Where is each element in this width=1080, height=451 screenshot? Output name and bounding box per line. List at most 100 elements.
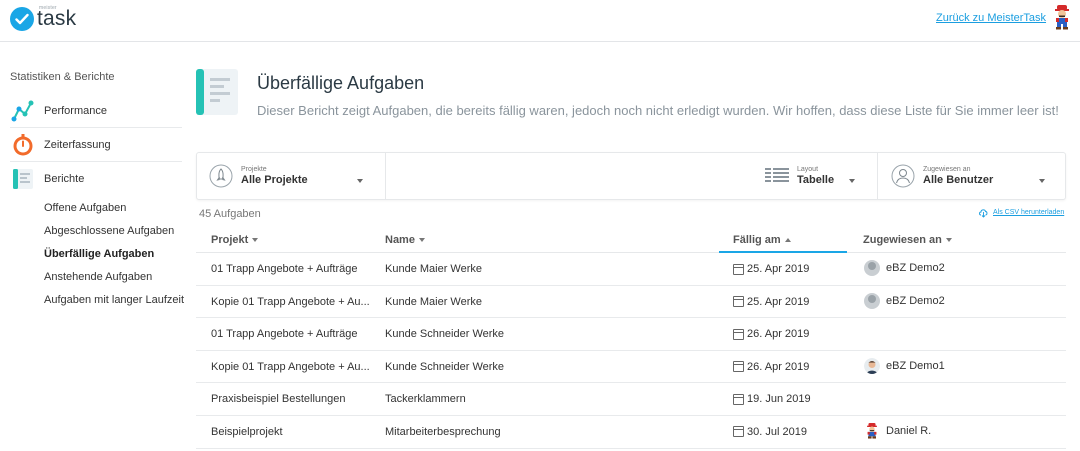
checkmark-logo-icon <box>10 7 34 31</box>
column-header-projekt[interactable]: Projekt <box>211 234 259 246</box>
top-bar: meister task Zurück zu MeisterTask <box>0 0 1080 42</box>
task-count: 45 Aufgaben <box>199 208 261 220</box>
table-row[interactable]: Beispielprojekt Mitarbeiterbesprechung 3… <box>196 416 1066 449</box>
sidebar-item-label: Performance <box>44 104 107 117</box>
table-row[interactable]: 01 Trapp Angebote + Aufträge Kunde Maier… <box>196 253 1066 286</box>
project-filter-dropdown[interactable]: Projekte Alle Projekte <box>209 153 384 199</box>
avatar <box>864 260 880 276</box>
project-chevron-down-icon <box>357 179 363 183</box>
sidebar-item-performance[interactable]: Performance <box>10 94 182 128</box>
sort-down-icon <box>418 238 425 243</box>
table-row[interactable]: Kopie 01 Trapp Angebote + Au... Kunde Sc… <box>196 351 1066 384</box>
cell-name: Kunde Schneider Werke <box>385 328 505 341</box>
user-circle-icon <box>891 164 915 188</box>
assignee-name: Daniel R. <box>886 424 932 437</box>
user-avatar[interactable] <box>1052 4 1072 30</box>
cell-project: 01 Trapp Angebote + Aufträge <box>211 263 358 275</box>
calendar-icon <box>733 328 744 340</box>
subnav-aufgaben-lange-laufzeit[interactable]: Aufgaben mit langer Laufzeit <box>44 294 184 306</box>
assignee-filter-dropdown[interactable]: Zugewiesen an Alle Benutzer <box>891 153 1051 199</box>
column-header-faellig-am[interactable]: Fällig am <box>733 234 791 246</box>
cell-project: Kopie 01 Trapp Angebote + Au... <box>211 360 370 373</box>
cell-assignee: eBZ Demo2 <box>864 292 945 309</box>
sidebar-item-label: Zeiterfassung <box>44 138 111 151</box>
sort-down-icon <box>945 238 952 243</box>
column-header-label: Fällig am <box>733 234 781 246</box>
cell-due-date: 19. Jun 2019 <box>733 393 811 405</box>
calendar-icon <box>733 426 744 438</box>
table-row[interactable]: 01 Trapp Angebote + Aufträge Kunde Schne… <box>196 318 1066 351</box>
reports-icon <box>10 166 36 192</box>
cell-assignee: eBZ Demo2 <box>864 260 945 276</box>
cell-due-date: 26. Apr 2019 <box>733 328 809 340</box>
assignee-name: eBZ Demo1 <box>886 359 945 372</box>
sort-down-icon <box>252 238 259 243</box>
assignee-filter-value: Alle Benutzer <box>923 174 994 186</box>
back-to-meistertask-link[interactable]: Zurück zu MeisterTask <box>936 12 1046 24</box>
column-header-label: Projekt <box>211 234 249 246</box>
column-header-name[interactable]: Name <box>385 234 425 246</box>
cell-name: Kunde Maier Werke <box>385 295 483 308</box>
cell-due-date: 25. Apr 2019 <box>733 263 809 275</box>
cell-due-date: 30. Jul 2019 <box>733 426 807 438</box>
table-row[interactable]: Kopie 01 Trapp Angebote + Au... Kunde Ma… <box>196 286 1066 319</box>
avatar <box>867 422 877 439</box>
assignee-name: eBZ Demo2 <box>886 262 945 274</box>
due-date-text: 26. Apr 2019 <box>747 360 810 373</box>
calendar-icon <box>733 393 744 405</box>
cell-due-date: 25. Apr 2019 <box>733 296 809 308</box>
column-header-label: Name <box>385 234 415 246</box>
tasks-table: Projekt Name Fällig am Zugewiesen an 01 … <box>196 226 1066 449</box>
download-cloud-icon <box>979 209 988 218</box>
cell-name: Tackerklammern <box>385 393 466 406</box>
subnav-abgeschlossene-aufgaben[interactable]: Abgeschlossene Aufgaben <box>44 225 174 237</box>
due-date-text: 25. Apr 2019 <box>747 263 810 275</box>
sidebar-item-zeiterfassung[interactable]: Zeiterfassung <box>10 128 182 162</box>
cell-name: Kunde Schneider Werke <box>385 360 505 373</box>
due-date-text: 26. Apr 2019 <box>747 328 810 341</box>
logo-small-text: meister <box>39 5 57 11</box>
cell-name: Kunde Maier Werke <box>385 263 483 275</box>
assignee-filter-label: Zugewiesen an <box>923 166 971 173</box>
cell-due-date: 26. Apr 2019 <box>733 361 809 373</box>
column-header-zugewiesen-an[interactable]: Zugewiesen an <box>863 234 952 246</box>
meistertask-logo[interactable]: meister task <box>10 5 76 33</box>
project-filter-value: Alle Projekte <box>241 174 308 186</box>
due-date-text: 25. Apr 2019 <box>747 295 810 308</box>
project-filter-label: Projekte <box>241 166 267 173</box>
sort-up-icon <box>784 238 791 243</box>
subnav-offene-aufgaben[interactable]: Offene Aufgaben <box>44 202 126 214</box>
cell-project: 01 Trapp Angebote + Aufträge <box>211 328 358 341</box>
sidebar-item-berichte[interactable]: Berichte <box>10 162 182 196</box>
csv-download-link[interactable]: Als CSV herunterladen <box>978 207 1064 218</box>
layout-filter-value: Tabelle <box>797 174 835 186</box>
subnav-anstehende-aufgaben[interactable]: Anstehende Aufgaben <box>44 271 152 283</box>
cell-project: Kopie 01 Trapp Angebote + Au... <box>211 295 370 308</box>
avatar <box>864 357 880 374</box>
logo-text: meister task <box>37 5 76 31</box>
cell-project: Beispielprojekt <box>211 425 283 438</box>
subnav-ueberfaellige-aufgaben[interactable]: Überfällige Aufgaben <box>44 248 154 260</box>
performance-graph-icon <box>10 98 36 124</box>
assignee-name: eBZ Demo2 <box>886 294 945 307</box>
page-title: Überfällige Aufgaben <box>257 73 425 93</box>
layout-filter-label: Layout <box>797 166 819 173</box>
rocket-icon <box>209 164 233 188</box>
stopwatch-icon <box>10 132 36 158</box>
sidebar-title: Statistiken & Berichte <box>10 71 115 83</box>
calendar-icon <box>733 296 744 308</box>
table-row[interactable]: Praxisbeispiel Bestellungen Tackerklamme… <box>196 383 1066 416</box>
layout-filter-dropdown[interactable]: Layout Tabelle <box>765 153 865 199</box>
due-date-text: 19. Jun 2019 <box>747 393 811 406</box>
csv-link-label: Als CSV herunterladen <box>993 209 1065 216</box>
cell-name: Mitarbeiterbesprechung <box>385 425 501 438</box>
sidebar: Statistiken & Berichte Performance Zeite… <box>0 42 190 451</box>
due-date-text: 30. Jul 2019 <box>747 425 807 438</box>
page-description: Dieser Bericht zeigt Aufgaben, die berei… <box>257 103 1059 118</box>
report-header-icon <box>196 69 238 115</box>
cell-assignee: Daniel R. <box>864 422 932 439</box>
calendar-icon <box>733 263 744 275</box>
table-layout-icon <box>765 164 789 188</box>
sidebar-item-label: Berichte <box>44 173 85 185</box>
filter-divider <box>385 153 386 199</box>
